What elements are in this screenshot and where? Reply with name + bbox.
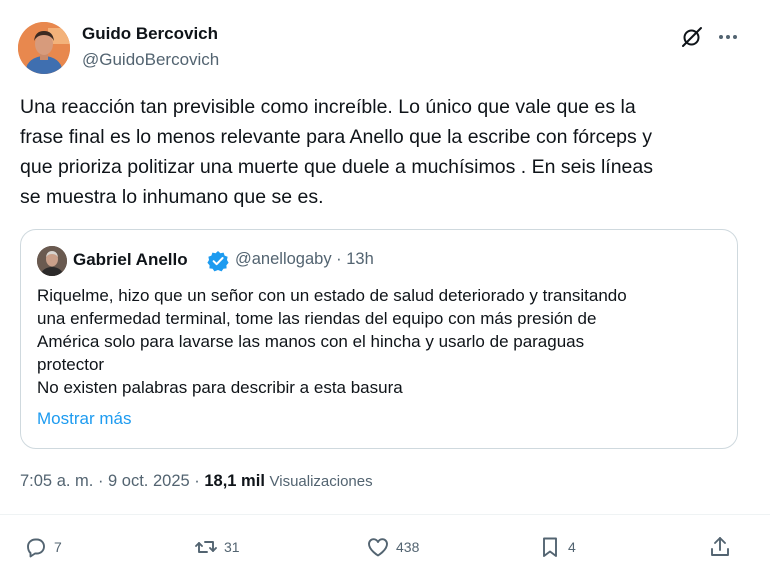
share-icon: [711, 537, 729, 556]
author-name[interactable]: Guido Bercovich: [82, 24, 218, 44]
reply-icon: [27, 538, 45, 558]
bookmark-count: 4: [568, 539, 576, 555]
more-options-icon[interactable]: [716, 25, 740, 49]
grok-icon[interactable]: [680, 25, 704, 49]
heart-icon: [368, 538, 388, 557]
divider: [0, 514, 770, 515]
avatar-photo: [18, 22, 70, 74]
retweet-button[interactable]: 31: [194, 533, 240, 561]
reply-count: 7: [54, 539, 62, 555]
quote-text: Riquelme, hizo que un señor con un estad…: [37, 286, 627, 397]
like-button[interactable]: 438: [366, 533, 419, 561]
share-button[interactable]: [708, 533, 732, 561]
views-count: 18,1 mil: [204, 472, 265, 490]
quote-avatar-photo: [37, 246, 67, 276]
tweet-meta: 7:05 a. m. · 9 oct. 2025 · 18,1 mil Visu…: [20, 472, 373, 491]
retweet-count: 31: [224, 539, 240, 555]
reply-button[interactable]: 7: [24, 533, 62, 561]
show-more-link[interactable]: Mostrar más: [37, 409, 131, 429]
like-count: 438: [396, 539, 420, 555]
tweet-text: Una reacción tan previsible como increíb…: [20, 96, 653, 208]
author-avatar[interactable]: [18, 22, 70, 74]
quote-handle-time[interactable]: @anellogaby · 13h: [235, 250, 374, 269]
verified-badge-icon: [207, 251, 229, 272]
timestamp[interactable]: 7:05 a. m. · 9 oct. 2025 ·: [20, 472, 204, 490]
quoted-tweet[interactable]: Gabriel Anello @anellogaby · 13h Riquelm…: [20, 229, 738, 449]
bookmark-icon: [543, 537, 557, 557]
retweet-icon: [195, 541, 217, 553]
quote-author-name[interactable]: Gabriel Anello: [73, 250, 188, 270]
author-handle[interactable]: @GuidoBercovich: [82, 50, 219, 70]
tweet-card: Guido Bercovich @GuidoBercovich Una reac…: [0, 0, 770, 582]
quote-author-avatar[interactable]: [37, 246, 67, 276]
bookmark-button[interactable]: 4: [538, 533, 576, 561]
views-label: Visualizaciones: [269, 473, 373, 490]
